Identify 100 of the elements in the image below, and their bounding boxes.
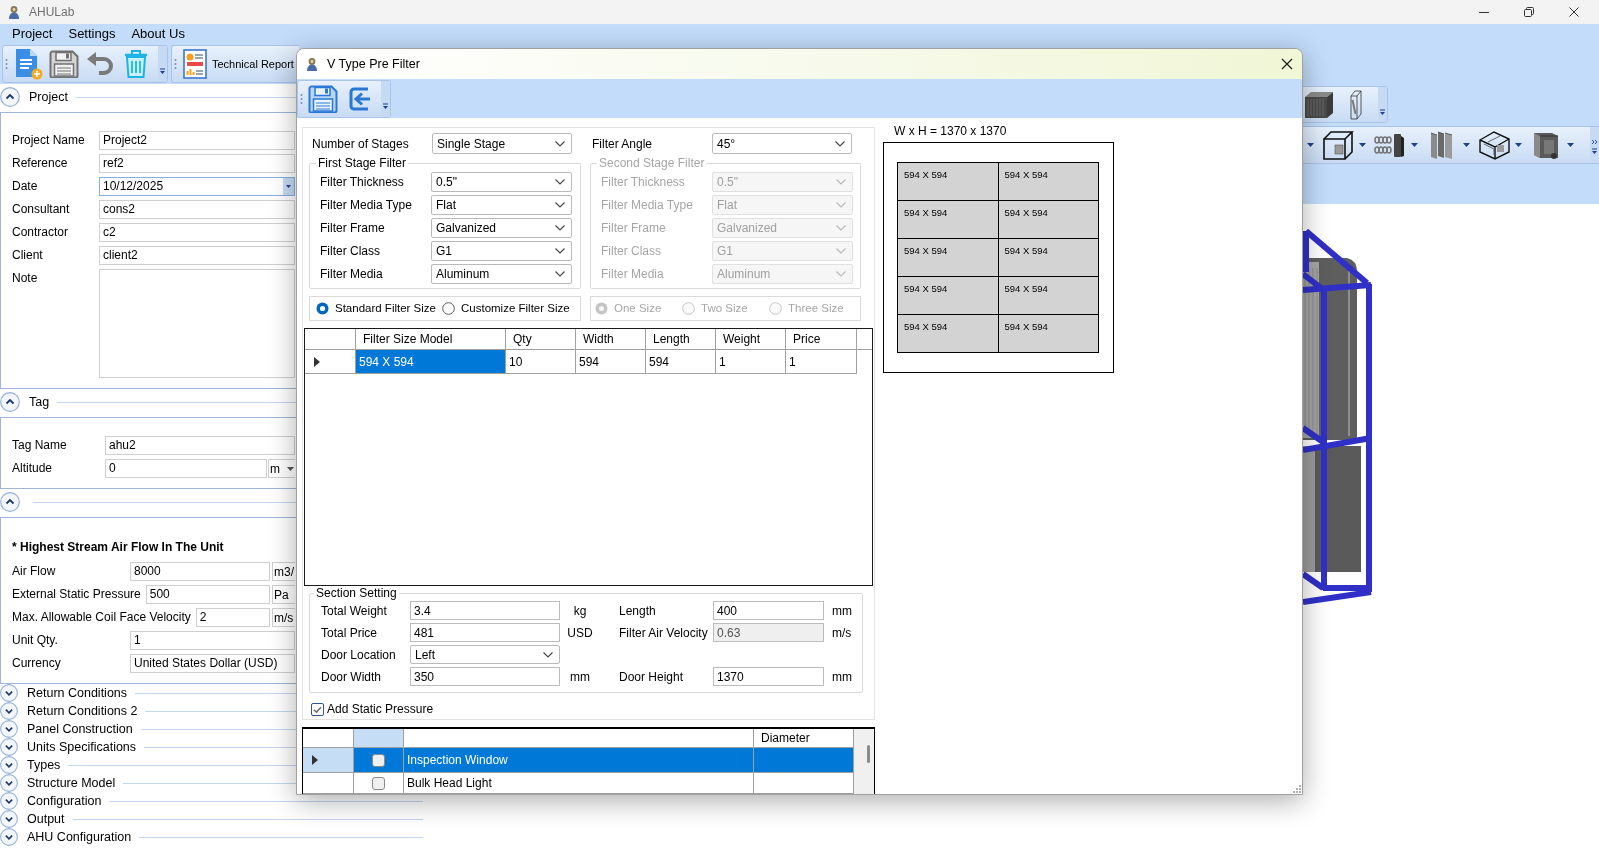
chevron-down-icon[interactable] — [0, 702, 18, 720]
checkbox-icon[interactable] — [372, 753, 385, 767]
radio-icon[interactable] — [442, 302, 455, 315]
table-cell[interactable] — [754, 773, 854, 794]
unit-dropdown[interactable]: Pa — [272, 585, 295, 604]
new-document-icon[interactable] — [13, 48, 43, 80]
chevron-down-icon[interactable] — [0, 720, 18, 738]
dropdown[interactable]: 0.5" — [431, 172, 572, 192]
dropdown[interactable]: Galvanized — [431, 218, 572, 238]
chevron-down-icon[interactable] — [0, 792, 18, 810]
grip-icon[interactable] — [174, 58, 177, 70]
note-field[interactable] — [99, 269, 295, 378]
column-header[interactable]: Diameter — [754, 729, 854, 748]
input-field[interactable]: 350 — [410, 667, 560, 686]
input-field[interactable]: 2 — [195, 608, 270, 627]
dropdown[interactable]: Left — [410, 645, 560, 664]
scrollbar[interactable] — [854, 729, 874, 794]
column-header[interactable]: Filter Size Model — [356, 329, 506, 349]
table-cell[interactable] — [354, 773, 404, 794]
chevron-up-icon[interactable] — [0, 392, 20, 412]
save-icon[interactable] — [308, 85, 338, 113]
coil-icon[interactable] — [1374, 131, 1405, 159]
chevron-down-icon[interactable] — [0, 828, 18, 846]
column-header[interactable]: Qty — [506, 329, 576, 349]
input-field[interactable]: ref2 — [99, 154, 295, 173]
caret-down-icon[interactable] — [1359, 143, 1366, 147]
caret-down-icon[interactable] — [1515, 143, 1522, 147]
dropdown[interactable]: Flat — [431, 195, 572, 215]
radio-icon[interactable] — [316, 302, 329, 315]
caret-down-icon[interactable] — [1411, 143, 1418, 147]
undo-icon[interactable] — [86, 50, 114, 78]
input-field[interactable]: c2 — [99, 223, 295, 242]
unit-dropdown[interactable]: m — [268, 459, 295, 478]
column-header[interactable]: Weight — [716, 329, 786, 349]
table-cell[interactable]: 594 — [576, 350, 646, 374]
input-field[interactable]: ahu2 — [105, 436, 295, 455]
frame-icon[interactable] — [1350, 89, 1362, 120]
chevron-up-icon[interactable] — [0, 87, 20, 107]
date-field[interactable]: 10/12/2025 — [99, 177, 295, 196]
checkbox-icon[interactable] — [311, 702, 324, 716]
chevron-down-icon[interactable] — [0, 756, 18, 774]
chevron-down-icon[interactable] — [0, 684, 18, 702]
caret-down-icon[interactable] — [1307, 143, 1314, 147]
grip-icon[interactable] — [5, 58, 8, 70]
input-field[interactable]: 400 — [713, 601, 824, 620]
close-icon[interactable] — [1569, 7, 1579, 17]
dropdown[interactable]: G1 — [431, 241, 572, 261]
input-field[interactable]: 3.4 — [410, 601, 560, 620]
wireframe-box-icon[interactable] — [1479, 130, 1510, 160]
row-header[interactable] — [303, 748, 354, 773]
input-field[interactable]: 1 — [130, 631, 295, 650]
chevron-down-icon[interactable] — [0, 810, 18, 828]
chevron-down-icon[interactable] — [0, 774, 18, 792]
input-field[interactable]: client2 — [99, 246, 295, 265]
input-field[interactable]: cons2 — [99, 200, 295, 219]
overflow-icon[interactable] — [1378, 87, 1387, 122]
column-header[interactable]: Width — [576, 329, 646, 349]
panels-icon[interactable] — [1429, 130, 1454, 160]
cabinet-icon[interactable] — [1532, 130, 1561, 160]
checkbox-option[interactable]: Add Static Pressure — [311, 702, 434, 716]
input-field[interactable]: 1370 — [713, 667, 824, 686]
cube-icon[interactable] — [1323, 130, 1354, 160]
dropdown-icon[interactable] — [283, 178, 294, 195]
filter-box-icon[interactable] — [1304, 90, 1334, 119]
restore-icon[interactable] — [1524, 7, 1534, 17]
checkbox-icon[interactable] — [372, 776, 385, 790]
caret-down-icon[interactable] — [1463, 143, 1470, 147]
input-field[interactable]: 0.63 — [713, 623, 824, 642]
column-header[interactable] — [404, 729, 754, 748]
dropdown[interactable]: 45° — [712, 133, 852, 154]
menu-item[interactable]: Project — [12, 26, 53, 42]
row-header[interactable] — [305, 350, 356, 374]
overflow-icon[interactable] — [381, 81, 390, 117]
input-field[interactable]: 8000 — [130, 562, 270, 581]
close-icon[interactable] — [1281, 58, 1293, 70]
chevron-down-icon[interactable] — [0, 738, 18, 756]
menu-item[interactable]: About Us — [131, 26, 185, 42]
table-cell[interactable]: 1 — [716, 350, 786, 374]
input-field[interactable]: United States Dollar (USD) — [130, 654, 295, 673]
menu-item[interactable]: Settings — [68, 26, 116, 42]
save-icon[interactable] — [49, 50, 79, 78]
column-header[interactable]: Price — [786, 329, 857, 349]
input-field[interactable]: 481 — [410, 623, 560, 642]
table-cell[interactable]: 594 — [646, 350, 716, 374]
dropdown[interactable]: Single Stage — [432, 133, 572, 154]
table-cell[interactable]: 1 — [786, 350, 857, 374]
report-button[interactable]: Technical Report — [183, 49, 294, 79]
caret-down-icon[interactable] — [1567, 143, 1574, 147]
table-cell[interactable]: Inspection Window — [404, 748, 754, 773]
table-cell[interactable]: Bulk Head Light — [404, 773, 754, 794]
table-cell[interactable] — [754, 748, 854, 773]
table-cell[interactable] — [354, 748, 404, 773]
input-field[interactable]: 0 — [105, 459, 267, 478]
radio-option[interactable]: Customize Filter Size — [442, 299, 570, 318]
unit-dropdown[interactable]: m3/ — [272, 562, 295, 581]
size-grip-icon[interactable] — [1291, 783, 1301, 793]
unit-dropdown[interactable]: m/s — [272, 608, 295, 627]
table-cell[interactable]: 594 X 594 — [356, 350, 506, 374]
column-header[interactable]: Length — [646, 329, 716, 349]
dropdown[interactable]: Aluminum — [431, 264, 572, 284]
